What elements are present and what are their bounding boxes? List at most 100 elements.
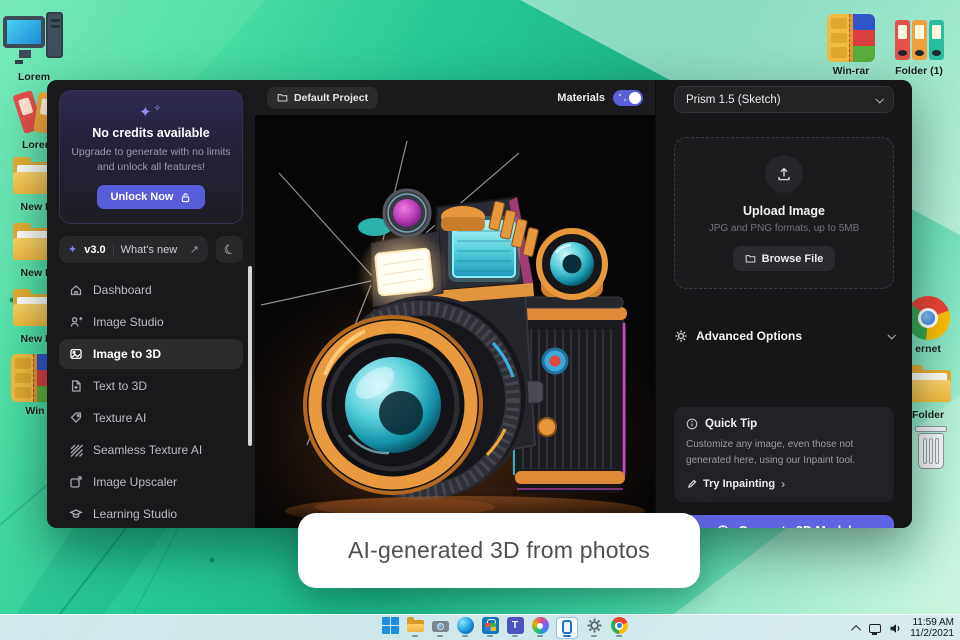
materials-control: Materials xyxy=(557,89,643,106)
desktop-icon-folder-1[interactable]: Folder (1) xyxy=(886,18,952,77)
upload-title: Upload Image xyxy=(743,204,825,218)
unlock-now-button[interactable]: Unlock Now xyxy=(96,185,206,210)
quick-tip-card: Quick Tip Customize any image, even thos… xyxy=(674,407,894,502)
moon-icon: ☾ xyxy=(221,240,238,259)
taskbar-active-app[interactable] xyxy=(556,617,578,639)
windows-logo-icon xyxy=(381,617,399,634)
teams-icon: T xyxy=(506,617,524,634)
upload-dropzone[interactable]: Upload Image JPG and PNG formats, up to … xyxy=(674,137,894,289)
sidebar-item-image-studio[interactable]: Image Studio xyxy=(59,307,243,337)
desktop-icon-winrar[interactable]: Win-rar xyxy=(818,14,884,77)
credits-description: Upgrade to generate with no limits and u… xyxy=(71,146,231,174)
taskbar-start-button[interactable] xyxy=(381,617,399,639)
camera-icon xyxy=(431,617,449,634)
speaker-icon[interactable] xyxy=(889,622,902,635)
file-explorer-icon xyxy=(406,617,424,634)
quick-tip-title: Quick Tip xyxy=(705,418,758,430)
taskbar-teams[interactable]: T xyxy=(506,617,524,639)
chevron-down-icon xyxy=(887,331,896,340)
project-name: Default Project xyxy=(294,91,369,104)
whats-new-chip[interactable]: ✦ v3.0 What's new ↗ xyxy=(59,236,208,264)
info-icon xyxy=(686,418,698,430)
upload-hint: JPG and PNG formats, up to 5MB xyxy=(708,223,860,234)
sparkle-icon: ✦ xyxy=(68,244,78,257)
whats-new-label: What's new xyxy=(120,243,178,256)
image-to-3d-icon xyxy=(70,349,82,360)
credits-title: No credits available xyxy=(92,126,210,140)
this-pc-icon xyxy=(3,12,65,68)
model-name: Prism 1.5 (Sketch) xyxy=(686,93,781,106)
divider xyxy=(112,243,114,256)
advanced-options-label: Advanced Options xyxy=(696,329,803,343)
quick-tip-header: Quick Tip xyxy=(686,418,882,430)
try-inpainting-link[interactable]: Try Inpainting › xyxy=(686,477,882,491)
taskbar-clock[interactable]: 11:59 AM 11/2/2021 xyxy=(910,617,954,640)
winrar-icon xyxy=(827,14,875,62)
external-link-icon: ↗ xyxy=(189,244,199,257)
sidebar-item-texture-ai[interactable]: Texture AI xyxy=(59,403,243,433)
desktop-icon-label: Win xyxy=(25,405,45,417)
sidebar-item-dashboard[interactable]: Dashboard xyxy=(59,275,243,305)
chevron-down-icon xyxy=(875,94,884,104)
learning-studio-icon xyxy=(69,509,83,519)
generate-3d-model-button[interactable]: Generate 3D Model xyxy=(674,515,894,528)
desktop-icon-label: Folder xyxy=(911,409,945,421)
chrome-icon xyxy=(610,617,628,634)
folder-icon xyxy=(277,94,288,102)
taskbar-gallery-app[interactable] xyxy=(531,617,549,639)
advanced-options-row[interactable]: Advanced Options xyxy=(674,329,896,343)
desktop-icon-label: Folder (1) xyxy=(895,65,943,77)
camera-3d-render xyxy=(255,115,655,528)
taskbar-file-explorer[interactable] xyxy=(406,617,424,639)
sidebar-item-learning-studio[interactable]: Learning Studio xyxy=(59,499,243,528)
folder-icon xyxy=(745,255,755,263)
version-row: ✦ v3.0 What's new ↗ ☾ xyxy=(59,236,243,264)
settings-panel: Prism 1.5 (Sketch) Upload Image JPG and … xyxy=(655,80,912,528)
render-stage[interactable] xyxy=(255,115,655,528)
taskbar: T 11:59 AM 11/2/2021 xyxy=(0,614,960,640)
tray-display-icon[interactable] xyxy=(869,623,882,635)
taskbar-settings[interactable] xyxy=(585,617,603,639)
taskbar-camera-app[interactable] xyxy=(431,617,449,639)
credits-card: ✦✧ No credits available Upgrade to gener… xyxy=(59,90,243,225)
text-to-3d-icon xyxy=(71,380,81,393)
recycle-bin-icon xyxy=(911,424,951,472)
binder-folder-icon xyxy=(893,18,945,62)
sidebar-item-seamless-texture-ai[interactable]: Seamless Texture AI xyxy=(59,435,243,465)
desktop-icon-label: Lorem xyxy=(17,71,51,83)
quick-tip-text: Customize any image, even those not gene… xyxy=(686,439,856,466)
desktop-icon-label: ernet xyxy=(915,343,941,355)
viewer: Default Project Materials xyxy=(255,80,655,528)
dark-mode-toggle-button[interactable]: ☾ xyxy=(216,236,243,264)
taskbar-edge[interactable] xyxy=(456,617,474,639)
materials-toggle[interactable] xyxy=(613,89,643,106)
sidebar-item-image-upscaler[interactable]: Image Upscaler xyxy=(59,467,243,497)
sidebar-scrollbar[interactable] xyxy=(248,266,252,446)
model-selector-dropdown[interactable]: Prism 1.5 (Sketch) xyxy=(674,86,894,113)
unlock-icon xyxy=(182,193,190,203)
browse-file-button[interactable]: Browse File xyxy=(732,246,836,271)
sparkle-icon: ✦✧ xyxy=(138,103,164,121)
brush-icon xyxy=(687,479,697,488)
internet-browser-icon xyxy=(906,296,950,340)
sidebar-item-image-to-3d[interactable]: Image to 3D xyxy=(59,339,243,370)
generate-gear-icon xyxy=(718,524,729,528)
taskbar-chrome[interactable] xyxy=(610,617,628,639)
caption-text: AI-generated 3D from photos xyxy=(347,537,650,563)
desktop-icon-this-pc[interactable]: Lorem xyxy=(1,12,67,83)
image-upscaler-icon xyxy=(70,476,82,489)
app-window: ✦✧ No credits available Upgrade to gener… xyxy=(47,80,912,528)
project-selector-chip[interactable]: Default Project xyxy=(267,86,379,109)
upload-icon xyxy=(778,167,790,181)
sidebar-item-text-to-3d[interactable]: Text to 3D xyxy=(59,371,243,401)
sidebar: ✦✧ No credits available Upgrade to gener… xyxy=(47,80,255,528)
tray-chevron-up-icon[interactable] xyxy=(851,624,862,635)
edge-browser-icon xyxy=(456,617,474,634)
taskbar-store[interactable] xyxy=(481,617,499,639)
gear-icon xyxy=(675,330,687,342)
microsoft-store-icon xyxy=(481,617,499,634)
active-app-icon xyxy=(562,620,572,634)
taskbar-icons: T xyxy=(381,617,628,639)
tray-date: 11/2/2021 xyxy=(910,628,954,639)
home-icon xyxy=(70,285,82,296)
